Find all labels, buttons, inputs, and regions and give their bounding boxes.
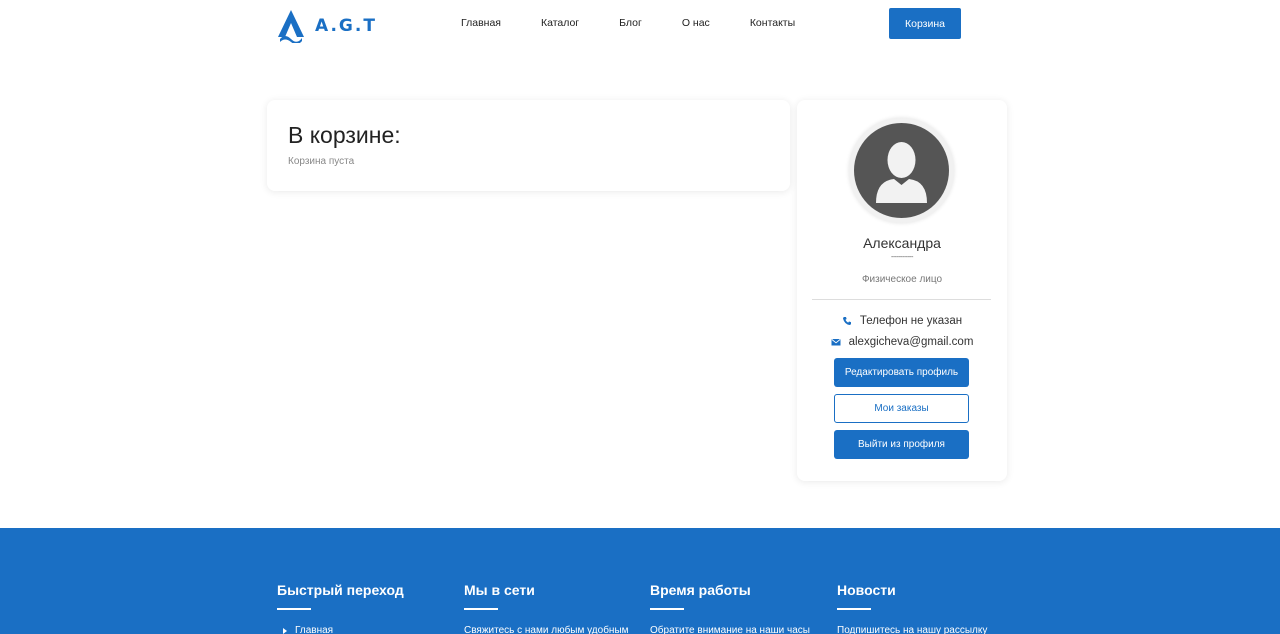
profile-dashes: ------------ <box>891 254 913 261</box>
footer-column-news: Новости Подпишитесь на нашу рассылку <box>837 582 1007 634</box>
profile-phone: Телефон не указан <box>797 315 1007 327</box>
footer-underline <box>650 608 684 610</box>
footer-underline <box>837 608 871 610</box>
footer-title: Быстрый переход <box>277 582 404 598</box>
site-header: A.G.T Главная Каталог Блог О нас Контакт… <box>0 0 1280 48</box>
user-silhouette-icon <box>854 123 949 218</box>
cart-empty-text: Корзина пуста <box>288 156 355 167</box>
profile-card: Александра ------------ Физическое лицо … <box>797 100 1007 481</box>
cart-button[interactable]: Корзина <box>889 8 961 39</box>
footer-column-social: Мы в сети Свяжитесь с нами любым удобным <box>464 582 634 634</box>
footer-title: Мы в сети <box>464 582 535 598</box>
email-text: alexgicheva@gmail.com <box>848 336 974 348</box>
footer-title: Новости <box>837 582 896 598</box>
nav-about[interactable]: О нас <box>682 17 710 29</box>
triangle-right-icon <box>283 627 287 634</box>
profile-type: Физическое лицо <box>861 274 943 285</box>
nav-catalog[interactable]: Каталог <box>541 17 579 29</box>
logout-button[interactable]: Выйти из профиля <box>834 430 969 459</box>
cart-title: В корзине: <box>288 122 401 148</box>
logo[interactable]: A.G.T <box>277 9 377 43</box>
cart-card: В корзине: Корзина пуста <box>267 100 790 191</box>
divider <box>812 299 991 300</box>
logo-text: A.G.T <box>315 16 377 36</box>
footer-column-quick-links: Быстрый переход Главная <box>277 582 447 634</box>
footer-title: Время работы <box>650 582 751 598</box>
nav-contacts[interactable]: Контакты <box>750 17 795 29</box>
edit-profile-button[interactable]: Редактировать профиль <box>834 358 969 387</box>
profile-name: Александра <box>863 235 941 251</box>
footer-link-label: Главная <box>295 625 334 634</box>
phone-icon <box>842 317 851 325</box>
footer-column-hours: Время работы Обратите внимание на наши ч… <box>650 582 820 634</box>
profile-email: alexgicheva@gmail.com <box>797 336 1007 348</box>
envelope-icon <box>831 339 841 346</box>
avatar <box>849 118 954 223</box>
nav-home[interactable]: Главная <box>461 17 501 29</box>
footer-underline <box>277 608 311 610</box>
site-footer: Быстрый переход Главная Мы в сети Свяжит… <box>0 528 1280 634</box>
my-orders-button[interactable]: Мои заказы <box>834 394 969 423</box>
footer-text: Свяжитесь с нами любым удобным <box>464 625 629 634</box>
main-nav: Главная Каталог Блог О нас Контакты <box>461 17 835 29</box>
footer-text: Подпишитесь на нашу рассылку <box>837 625 988 634</box>
footer-text: Обратите внимание на наши часы <box>650 625 810 634</box>
nav-blog[interactable]: Блог <box>619 17 642 29</box>
agt-logo-icon <box>278 10 304 43</box>
phone-text: Телефон не указан <box>859 315 963 327</box>
footer-underline <box>464 608 498 610</box>
footer-link-home[interactable]: Главная <box>277 625 447 634</box>
